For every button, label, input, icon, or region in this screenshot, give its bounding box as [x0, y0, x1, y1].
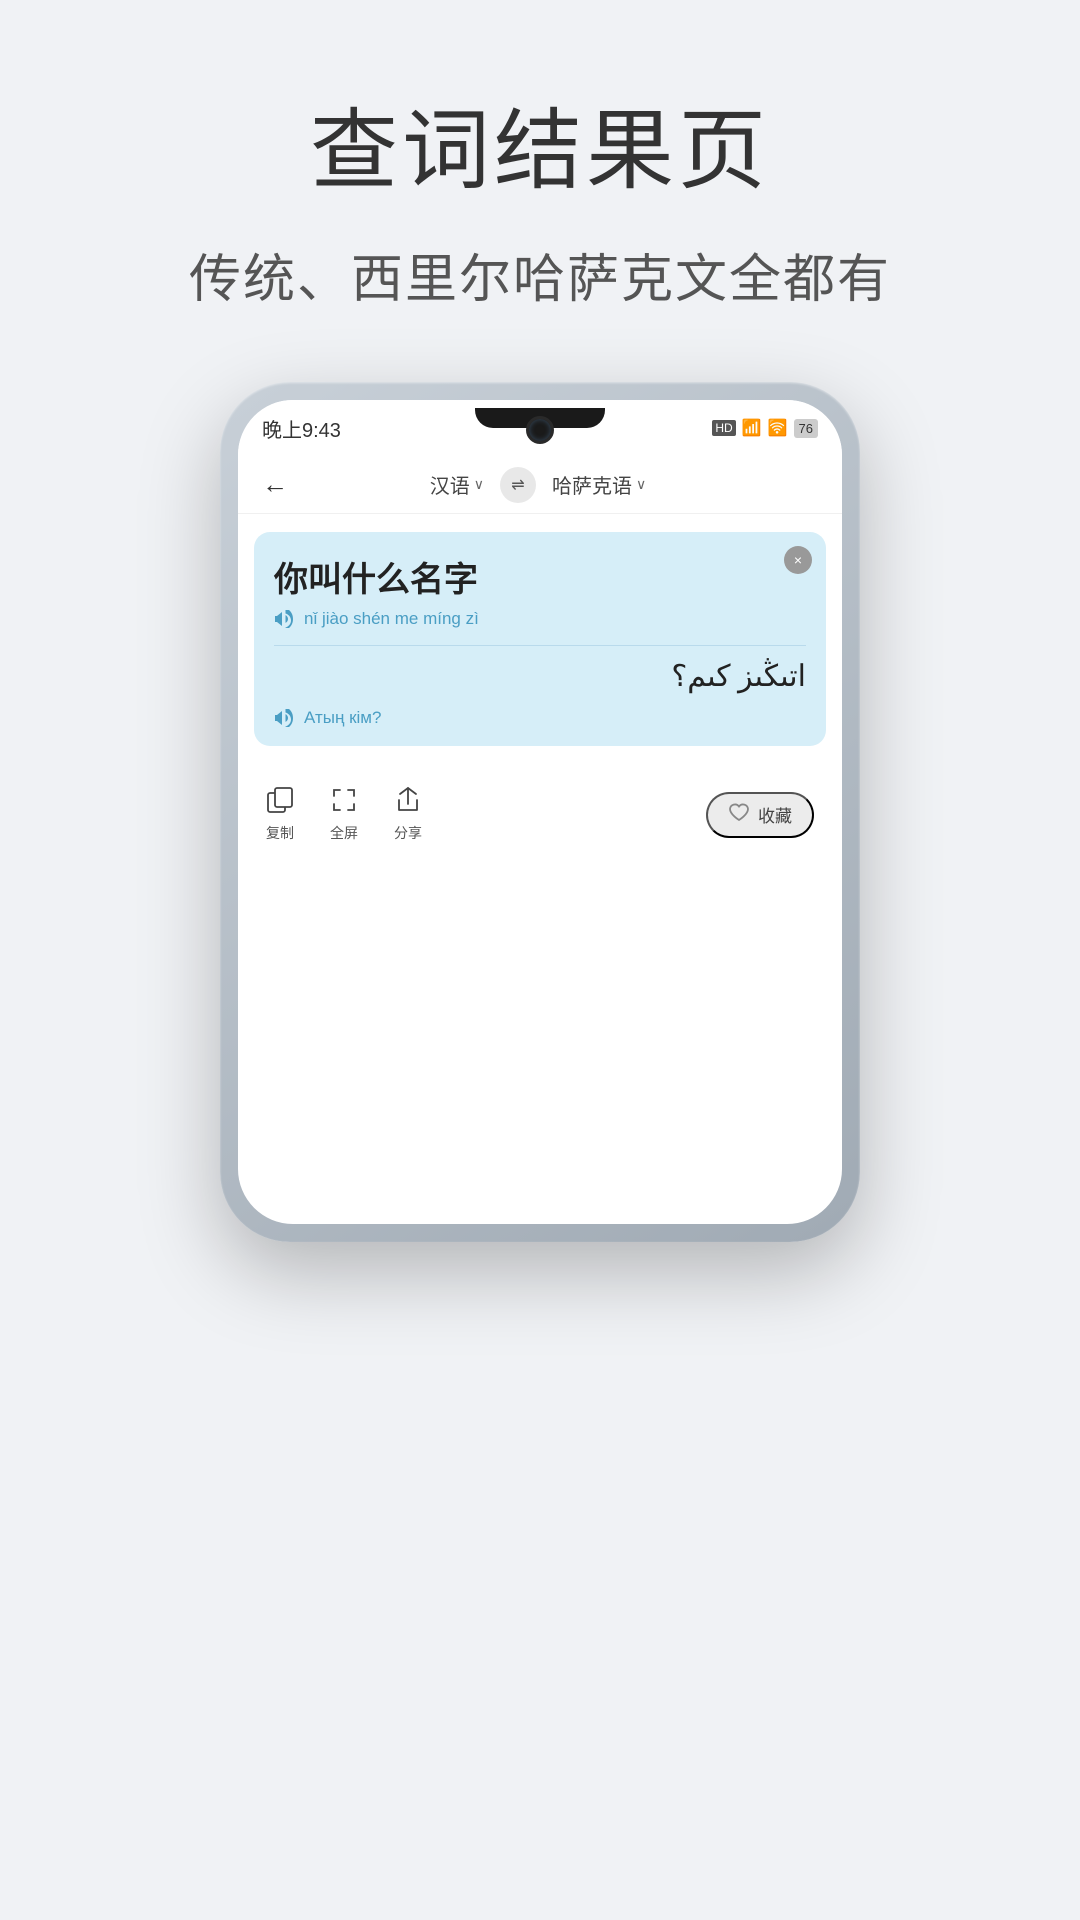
result-card: × 你叫什么名字 nǐ jiào shén me míng zì اتىڭىز … [254, 532, 826, 746]
bottom-toolbar: 复制 全屏 [238, 772, 842, 853]
page-subtitle: 传统、西里尔哈萨克文全都有 [189, 237, 891, 312]
status-time: 晚上9:43 [262, 414, 341, 443]
swap-languages-button[interactable]: ⇌ [500, 467, 536, 503]
language-selector[interactable]: 汉语 ∨ ⇌ 哈萨克语 ∨ [430, 467, 647, 503]
source-lang-dropdown-icon: ∨ [474, 476, 484, 493]
camera-dot [526, 416, 554, 444]
swap-icon: ⇌ [511, 475, 524, 495]
hd-icon-1: HD [712, 420, 735, 436]
back-button[interactable]: ← [262, 469, 288, 500]
latin-kazakh-text: Атың кім? [304, 708, 381, 728]
share-icon [394, 786, 422, 819]
fullscreen-icon [330, 786, 358, 819]
signal-icon: 📶 [742, 418, 762, 438]
collect-label: 收藏 [758, 802, 792, 827]
tool-group: 复制 全屏 [266, 786, 422, 843]
status-bar: 晚上9:43 HD 📶 🛜 76 [238, 400, 842, 456]
battery-icon: 76 [794, 419, 818, 438]
target-language[interactable]: 哈萨克语 ∨ [552, 470, 646, 499]
wifi-icon: 🛜 [768, 418, 788, 438]
pinyin-text: nǐ jiào shén me míng zì [304, 609, 479, 629]
collect-button[interactable]: 收藏 [706, 792, 814, 838]
target-lang-label: 哈萨克语 [552, 470, 632, 499]
sound-icon-1[interactable] [274, 610, 296, 628]
arabic-kazakh-text: اتىڭىز كىم؟ [274, 656, 806, 698]
latin-row: Атың кім? [274, 708, 806, 728]
page-title: 查词结果页 [310, 80, 770, 207]
close-button[interactable]: × [784, 546, 812, 574]
fullscreen-label: 全屏 [330, 823, 358, 843]
status-icons: HD 📶 🛜 76 [712, 418, 818, 438]
heart-icon [728, 802, 750, 828]
source-language[interactable]: 汉语 ∨ [430, 470, 484, 499]
nav-bar: ← 汉语 ∨ ⇌ 哈萨克语 ∨ [238, 456, 842, 514]
sound-icon-2[interactable] [274, 709, 296, 727]
copy-button[interactable]: 复制 [266, 786, 294, 843]
phone-frame: 晚上9:43 HD 📶 🛜 76 ← 汉语 ∨ ⇌ [220, 382, 860, 1242]
copy-label: 复制 [266, 823, 294, 843]
copy-icon [266, 786, 294, 819]
source-lang-label: 汉语 [430, 470, 470, 499]
target-lang-dropdown-icon: ∨ [636, 476, 646, 493]
share-button[interactable]: 分享 [394, 786, 422, 843]
phone-mockup: 晚上9:43 HD 📶 🛜 76 ← 汉语 ∨ ⇌ [220, 382, 860, 1242]
phone-screen: 晚上9:43 HD 📶 🛜 76 ← 汉语 ∨ ⇌ [238, 400, 842, 1224]
divider [274, 645, 806, 646]
chinese-text: 你叫什么名字 [274, 552, 806, 601]
share-label: 分享 [394, 823, 422, 843]
fullscreen-button[interactable]: 全屏 [330, 786, 358, 843]
pinyin-row: nǐ jiào shén me míng zì [274, 609, 806, 629]
